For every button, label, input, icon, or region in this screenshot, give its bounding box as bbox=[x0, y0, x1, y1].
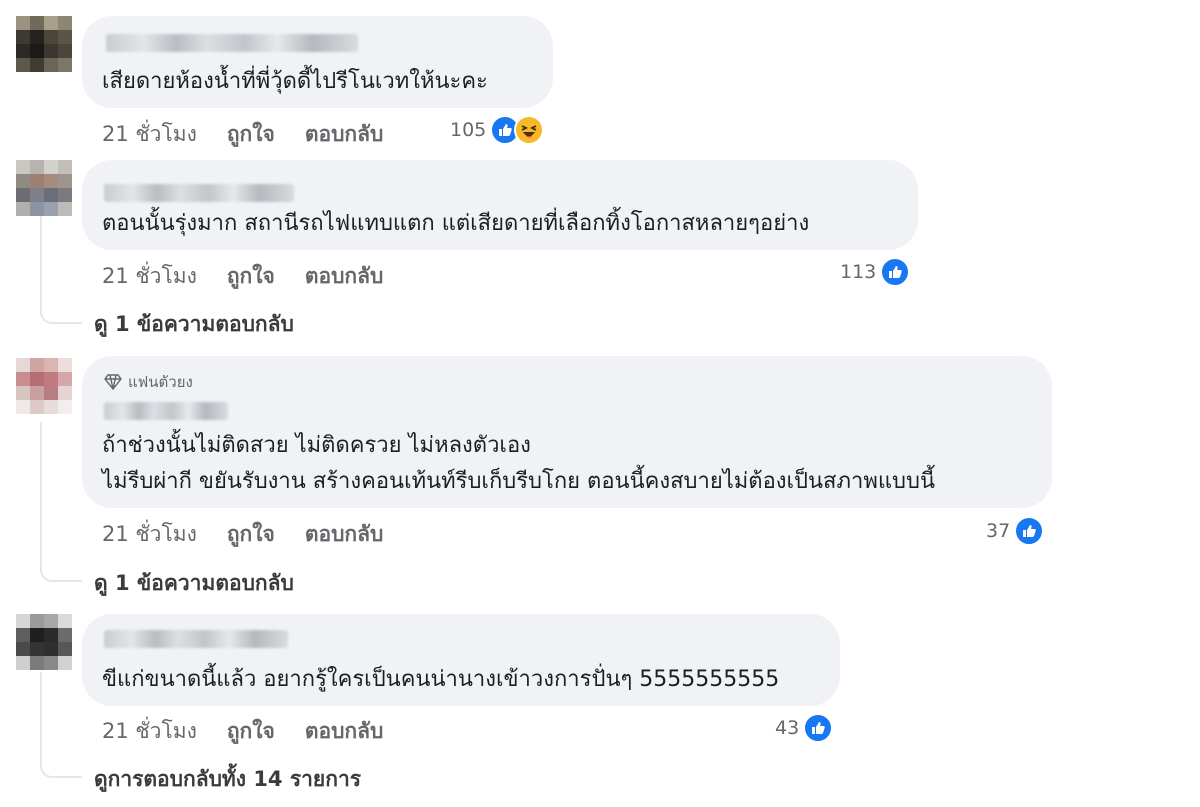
comment-bubble: เสียดายห้องน้ำที่พี่วุ้ดดี้ไปรีโนเวทให้น… bbox=[82, 16, 553, 108]
timestamp[interactable]: 21 ชั่วโมง bbox=[102, 715, 197, 748]
author-name-blurred[interactable] bbox=[104, 184, 294, 202]
comment-text: ไม่รีบผ่ากี ขยันรับงาน สร้างคอนเท้นท์รีบ… bbox=[102, 469, 935, 494]
like-button[interactable]: ถูกใจ bbox=[227, 260, 275, 293]
like-icon bbox=[880, 257, 911, 287]
comment-text: ถ้าช่วงนั้นไม่ติดสวย ไม่ติดครวย ไม่หลงตั… bbox=[102, 433, 531, 458]
reply-button[interactable]: ตอบกลับ bbox=[305, 260, 384, 293]
reaction-summary[interactable]: 105 bbox=[450, 115, 545, 145]
reaction-summary[interactable]: 37 bbox=[986, 516, 1045, 546]
avatar[interactable] bbox=[16, 614, 72, 670]
view-replies-link[interactable]: ดูการตอบกลับทั้ง 14 รายการ bbox=[94, 763, 361, 796]
comment-bubble: ขีแก่ขนาดนี้แล้ว อยากรู้ใครเป็นคนน่านางเ… bbox=[82, 614, 840, 706]
diamond-icon bbox=[104, 374, 122, 390]
reply-button[interactable]: ตอบกลับ bbox=[305, 518, 384, 551]
reaction-count: 113 bbox=[840, 261, 877, 283]
comment-text: เสียดายห้องน้ำที่พี่วุ้ดดี้ไปรีโนเวทให้น… bbox=[102, 69, 488, 94]
author-name-blurred[interactable] bbox=[104, 402, 228, 420]
timestamp[interactable]: 21 ชั่วโมง bbox=[102, 260, 197, 293]
thread-line bbox=[40, 210, 82, 324]
avatar[interactable] bbox=[16, 358, 72, 414]
avatar[interactable] bbox=[16, 16, 72, 72]
author-name-blurred[interactable] bbox=[104, 630, 288, 648]
comment-actions: 21 ชั่วโมง ถูกใจ ตอบกลับ bbox=[102, 118, 383, 151]
haha-icon bbox=[514, 115, 545, 145]
timestamp[interactable]: 21 ชั่วโมง bbox=[102, 518, 197, 551]
reaction-count: 37 bbox=[986, 520, 1011, 542]
thread-line bbox=[40, 672, 82, 778]
thread-line bbox=[40, 422, 82, 582]
comment-actions: 21 ชั่วโมง ถูกใจ ตอบกลับ bbox=[102, 260, 383, 293]
comment-text: ตอนนั้นรุ่งมาก สถานีรถไฟแทบแตก แต่เสียดา… bbox=[102, 211, 810, 236]
reply-button[interactable]: ตอบกลับ bbox=[305, 118, 384, 151]
avatar[interactable] bbox=[16, 160, 72, 216]
comment-actions: 21 ชั่วโมง ถูกใจ ตอบกลับ bbox=[102, 518, 383, 551]
reaction-count: 43 bbox=[775, 717, 800, 739]
author-name-blurred[interactable] bbox=[106, 34, 358, 52]
badge-label: แฟนตัวยง bbox=[128, 373, 193, 391]
like-button[interactable]: ถูกใจ bbox=[227, 518, 275, 551]
top-fan-badge: แฟนตัวยง bbox=[104, 370, 193, 394]
like-icon bbox=[803, 713, 834, 743]
comment-bubble: ตอนนั้นรุ่งมาก สถานีรถไฟแทบแตก แต่เสียดา… bbox=[82, 160, 918, 250]
reaction-summary[interactable]: 113 bbox=[840, 257, 911, 287]
like-button[interactable]: ถูกใจ bbox=[227, 715, 275, 748]
timestamp[interactable]: 21 ชั่วโมง bbox=[102, 118, 197, 151]
comment-text: ขีแก่ขนาดนี้แล้ว อยากรู้ใครเป็นคนน่านางเ… bbox=[102, 667, 780, 692]
view-replies-link[interactable]: ดู 1 ข้อความตอบกลับ bbox=[94, 308, 294, 341]
reaction-summary[interactable]: 43 bbox=[775, 713, 834, 743]
reaction-count: 105 bbox=[450, 119, 487, 141]
comment-bubble: แฟนตัวยง ถ้าช่วงนั้นไม่ติดสวย ไม่ติดครวย… bbox=[82, 356, 1052, 508]
view-replies-link[interactable]: ดู 1 ข้อความตอบกลับ bbox=[94, 567, 294, 600]
like-icon bbox=[1014, 516, 1045, 546]
comment-actions: 21 ชั่วโมง ถูกใจ ตอบกลับ bbox=[102, 715, 383, 748]
like-button[interactable]: ถูกใจ bbox=[227, 118, 275, 151]
reply-button[interactable]: ตอบกลับ bbox=[305, 715, 384, 748]
